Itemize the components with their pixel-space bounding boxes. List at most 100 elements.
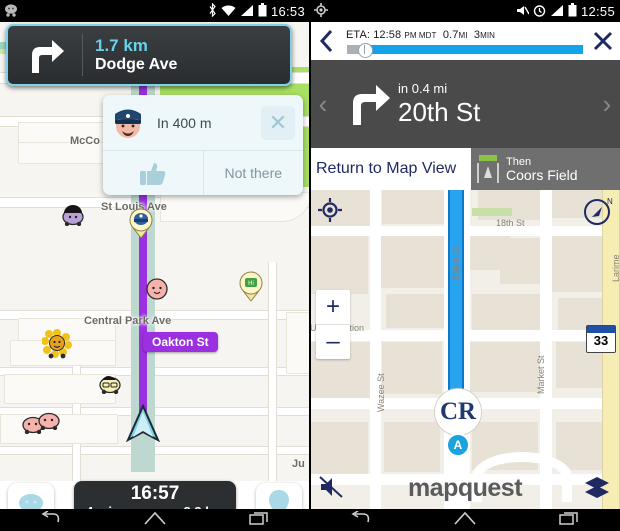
map-label-18th: 18th St bbox=[496, 218, 525, 228]
police-icon bbox=[109, 104, 147, 142]
action-row: Return to Map View Then Coors Field bbox=[310, 148, 620, 190]
city-block bbox=[310, 236, 368, 294]
city-block bbox=[546, 236, 602, 292]
svg-text:N: N bbox=[607, 197, 613, 206]
city-block bbox=[384, 422, 440, 472]
exit-sign-post-right bbox=[497, 163, 499, 183]
status-icons: 16:53 bbox=[208, 2, 310, 19]
eta-arrival-time: 16:57 bbox=[130, 483, 180, 504]
previous-step-button[interactable]: ‹ bbox=[310, 89, 336, 120]
map-label-mccormick: McCo bbox=[70, 135, 100, 147]
waze-screen: McCo St Louis Ave Central Park Ave Ju Oa… bbox=[0, 0, 310, 531]
police-report-pin[interactable] bbox=[128, 208, 154, 239]
thumbs-up-button[interactable] bbox=[103, 151, 203, 195]
not-there-button[interactable]: Not there bbox=[202, 151, 304, 195]
close-icon[interactable]: ✕ bbox=[261, 105, 295, 140]
city-block bbox=[386, 294, 444, 328]
right-status-bar: 12:55 bbox=[310, 0, 620, 22]
shield-number: 33 bbox=[593, 333, 609, 348]
destination-marker[interactable]: A bbox=[446, 433, 470, 457]
android-nav-bar bbox=[0, 509, 310, 531]
map-label-blake: Blake St bbox=[451, 246, 461, 280]
city-block bbox=[380, 236, 446, 288]
waze-turn-banner[interactable]: 1.7 km Dodge Ave bbox=[6, 24, 292, 86]
gps-icon bbox=[314, 3, 328, 19]
then-text-group: Then Coors Field bbox=[506, 156, 578, 182]
back-icon[interactable] bbox=[41, 509, 61, 530]
mood-pink-3[interactable] bbox=[36, 408, 62, 431]
waze-icon bbox=[4, 3, 18, 19]
alert-buttons: Not there bbox=[103, 150, 303, 195]
eta-info: ETA: 12:58 PM MDT 0.7MI 3MIN bbox=[344, 27, 586, 58]
poi-coors-field[interactable]: CR bbox=[434, 388, 482, 436]
alert-header: In 400 m ✕ bbox=[103, 95, 303, 150]
turn-right-icon bbox=[8, 35, 82, 75]
svg-text:Hi: Hi bbox=[248, 281, 254, 287]
eta-time-suffix: PM MDT bbox=[404, 31, 437, 40]
status-clock: 16:53 bbox=[270, 3, 305, 19]
exit-sign-post-left bbox=[477, 163, 479, 183]
banner-distance: 1.7 km bbox=[95, 35, 148, 55]
eta-distance: 0.7 bbox=[442, 29, 459, 41]
eta-time: 12:58 bbox=[373, 29, 402, 41]
back-icon[interactable] bbox=[351, 509, 371, 530]
road-horizontal-6 bbox=[0, 446, 310, 455]
signal-icon bbox=[550, 4, 564, 19]
map-label-partial: Ju bbox=[292, 458, 305, 470]
status-notifications bbox=[310, 3, 328, 19]
turn-instruction-panel: ‹ in 0.4 mi 20th St › bbox=[310, 60, 620, 148]
city-block bbox=[472, 294, 550, 330]
exit-sign-icon bbox=[477, 155, 499, 183]
eta-label: ETA: bbox=[346, 29, 371, 41]
zoom-controls[interactable]: + – bbox=[316, 290, 350, 359]
bluetooth-icon bbox=[208, 2, 217, 19]
recents-icon[interactable] bbox=[248, 511, 269, 530]
chat-report-pin[interactable]: Hi bbox=[238, 271, 264, 302]
block-outline-8 bbox=[286, 312, 310, 374]
shield-banner bbox=[587, 326, 615, 333]
signal-icon bbox=[240, 4, 254, 19]
back-button[interactable] bbox=[310, 29, 344, 53]
block-outline-7 bbox=[160, 192, 310, 222]
mapquest-brand: mapquest bbox=[407, 474, 523, 502]
mapquest-screen: 18th St Blake St Larime Union Station LO… bbox=[310, 0, 620, 531]
city-block bbox=[470, 342, 544, 392]
mute-icon bbox=[516, 4, 530, 19]
turn-street: 20th St bbox=[398, 97, 481, 127]
turn-distance: in 0.4 mi bbox=[398, 81, 448, 96]
eta-duration-unit: MIN bbox=[480, 31, 496, 40]
exit-sign-banner bbox=[479, 155, 497, 161]
police-alert-card[interactable]: In 400 m ✕ Not there bbox=[103, 95, 303, 195]
mood-pink[interactable] bbox=[145, 277, 169, 301]
road-vertical-2 bbox=[268, 262, 277, 502]
wifi-icon bbox=[221, 4, 236, 19]
map-label-larimer: Larime bbox=[611, 254, 620, 282]
close-button[interactable] bbox=[586, 30, 620, 52]
alert-message: In 400 m bbox=[157, 114, 212, 131]
then-destination: Coors Field bbox=[506, 167, 578, 183]
banner-text-group: 1.7 km Dodge Ave bbox=[83, 36, 177, 75]
turn-text-group: in 0.4 mi 20th St bbox=[398, 81, 594, 127]
map-label-central-park: Central Park Ave bbox=[84, 315, 172, 327]
mood-sunflower[interactable] bbox=[41, 329, 72, 359]
mood-dark-hair[interactable] bbox=[60, 204, 86, 227]
mapquest-map-canvas[interactable]: 18th St Blake St Larime Union Station LO… bbox=[310, 190, 620, 509]
map-label-wazee: Wazee St bbox=[376, 373, 386, 412]
return-to-map-view-button[interactable]: Return to Map View bbox=[310, 148, 471, 190]
route-progress-bar[interactable] bbox=[346, 43, 584, 58]
home-icon[interactable] bbox=[144, 511, 166, 530]
city-block bbox=[382, 190, 448, 224]
zoom-out-button[interactable]: – bbox=[316, 324, 350, 359]
zoom-in-button[interactable]: + bbox=[316, 290, 350, 324]
mood-glasses[interactable] bbox=[97, 372, 123, 395]
home-icon[interactable] bbox=[454, 511, 476, 530]
progress-handle[interactable] bbox=[358, 43, 373, 58]
then-destination-panel[interactable]: Then Coors Field bbox=[471, 148, 620, 190]
gps-target-icon[interactable] bbox=[318, 198, 342, 222]
eta-distance-unit: MI bbox=[458, 31, 468, 40]
next-step-button[interactable]: › bbox=[594, 89, 620, 120]
status-clock: 12:55 bbox=[580, 3, 615, 19]
recents-icon[interactable] bbox=[558, 511, 579, 530]
compass-icon[interactable]: N bbox=[583, 196, 613, 226]
android-nav-bar bbox=[310, 509, 620, 531]
